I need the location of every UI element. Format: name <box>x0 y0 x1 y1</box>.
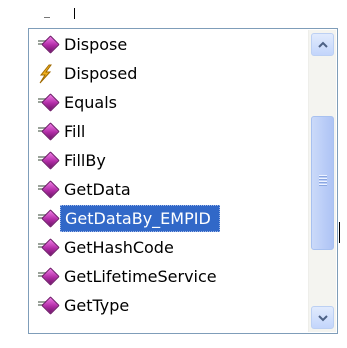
lightning-bolt-icon <box>30 59 60 88</box>
method-icon <box>30 146 60 175</box>
text-cursor <box>74 8 75 19</box>
list-item-label: Disposed <box>64 64 138 83</box>
scroll-thumb[interactable] <box>311 116 334 250</box>
list-item[interactable]: GetLifetimeService <box>30 262 303 291</box>
method-icon <box>30 117 60 146</box>
member-list[interactable]: Dispose Disposed Equals Fill FillBy GetD… <box>30 30 305 332</box>
list-item-label: GetData <box>64 180 131 199</box>
list-item[interactable]: GetType <box>30 291 303 320</box>
list-item-label: Fill <box>64 122 86 141</box>
list-item[interactable]: Disposed <box>30 59 303 88</box>
scroll-up-button[interactable] <box>311 33 334 56</box>
list-item-label: GetDataBy_EMPID <box>60 205 220 232</box>
scroll-down-button[interactable] <box>311 306 334 329</box>
method-icon <box>30 175 60 204</box>
list-item[interactable]: FillBy <box>30 146 303 175</box>
list-item-label: GetHashCode <box>64 238 174 257</box>
intellisense-completion-list[interactable]: Dispose Disposed Equals Fill FillBy GetD… <box>28 28 338 334</box>
method-icon <box>30 291 60 320</box>
method-icon <box>30 233 60 262</box>
list-item[interactable]: GetHashCode <box>30 233 303 262</box>
method-icon <box>30 30 60 59</box>
method-icon <box>30 204 60 233</box>
list-item-selected[interactable]: GetDataBy_EMPID <box>30 204 303 233</box>
list-item[interactable]: Dispose <box>30 30 303 59</box>
chevron-down-icon <box>317 314 328 321</box>
list-item[interactable]: GetData <box>30 175 303 204</box>
list-item-label: GetLifetimeService <box>64 267 217 286</box>
grip-icon <box>319 175 327 187</box>
method-icon <box>30 88 60 117</box>
list-item[interactable]: Equals <box>30 88 303 117</box>
list-item-label: FillBy <box>64 151 106 170</box>
list-item-label: Dispose <box>64 35 128 54</box>
list-item-label: Equals <box>64 93 117 112</box>
editor-fragment <box>44 17 50 18</box>
text-cursor-edge <box>339 222 340 243</box>
list-item[interactable]: Fill <box>30 117 303 146</box>
list-item-label: GetType <box>64 296 130 315</box>
vertical-scrollbar[interactable] <box>308 30 336 332</box>
method-icon <box>30 262 60 291</box>
chevron-up-icon <box>317 41 328 48</box>
